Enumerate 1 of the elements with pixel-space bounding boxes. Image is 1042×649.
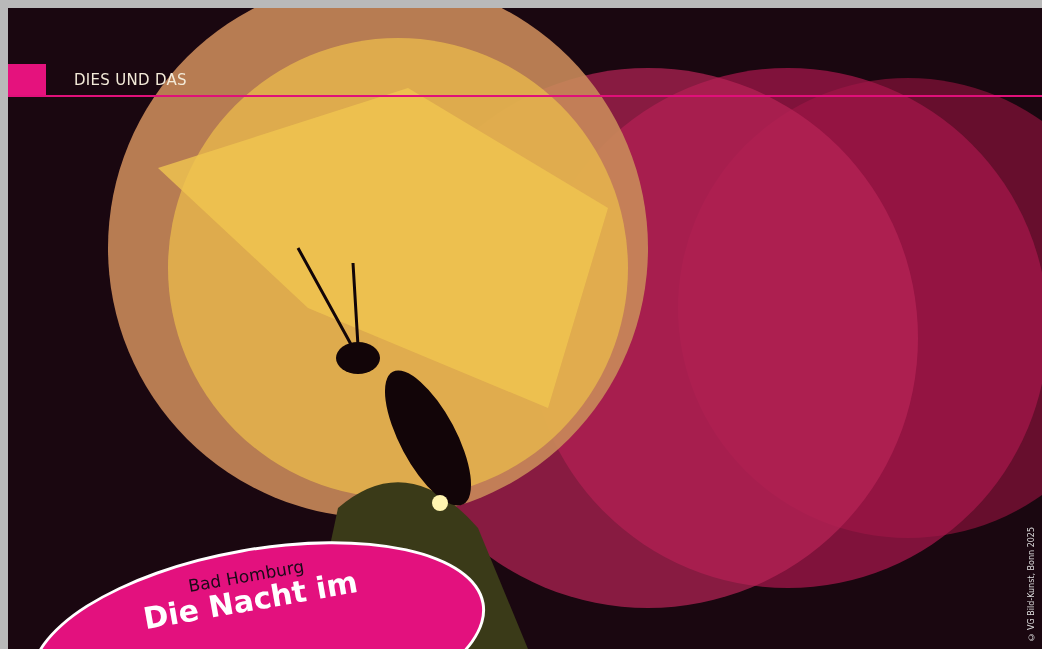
photo-credit: © VG Bild-Kunst, Bonn 2025 (1027, 526, 1036, 641)
